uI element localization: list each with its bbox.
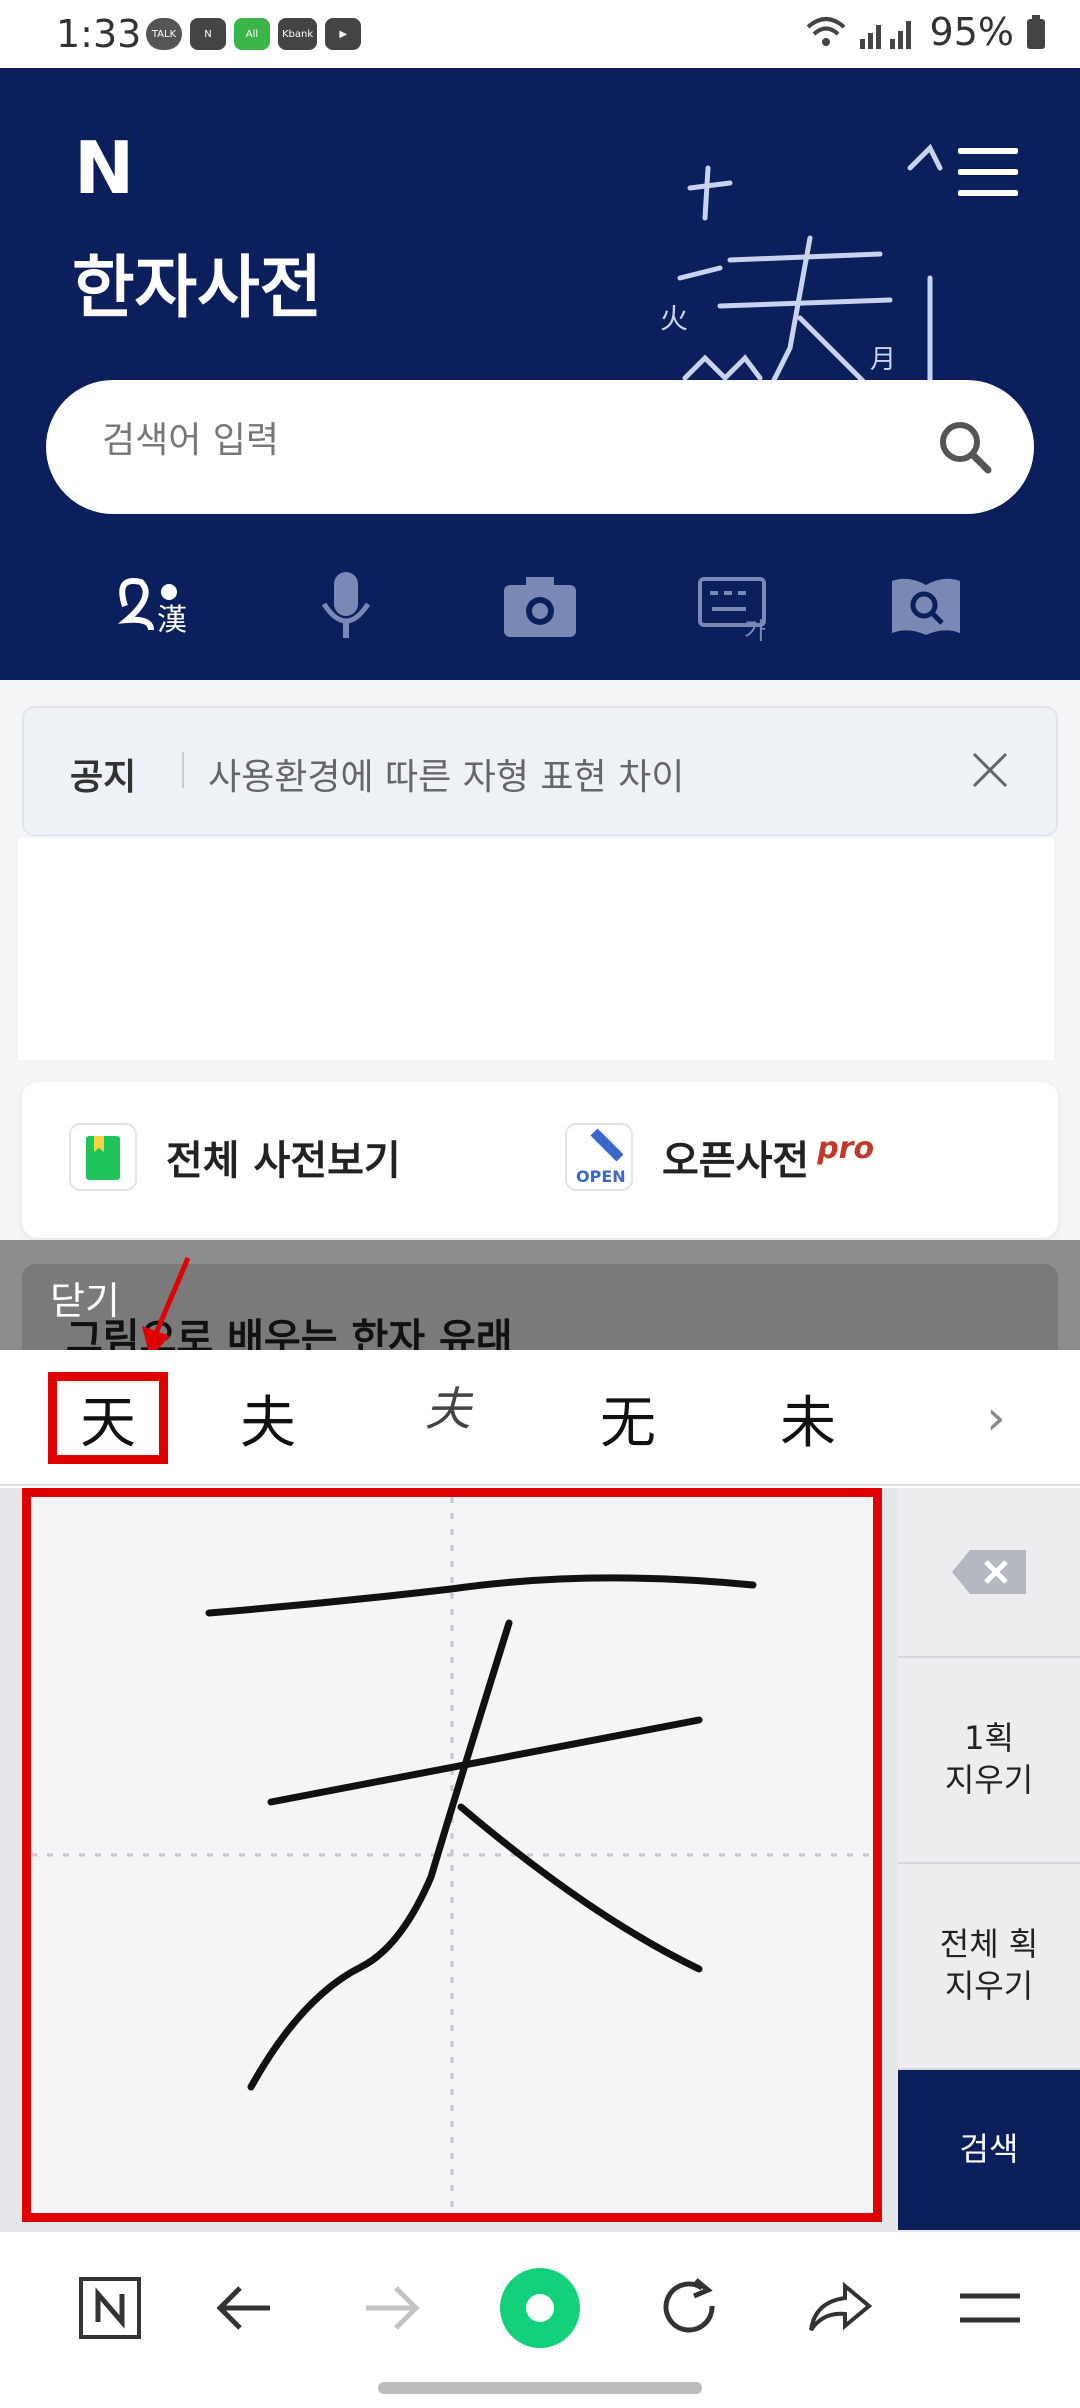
- dictionary-book-icon: [69, 1123, 137, 1191]
- backspace-button[interactable]: [898, 1488, 1080, 1658]
- open-dictionary-label: 오픈사전 pro: [662, 1128, 874, 1186]
- naver-logo[interactable]: N: [74, 126, 134, 210]
- content-placeholder: [18, 838, 1054, 1060]
- page-title[interactable]: 한자사전: [72, 232, 322, 331]
- candidate-item[interactable]: 无: [568, 1372, 688, 1464]
- svg-text:月: 月: [870, 345, 896, 375]
- undo-stroke-button[interactable]: 1획 지우기: [898, 1658, 1080, 1864]
- search-button[interactable]: 검색: [898, 2070, 1080, 2230]
- naver-app-icon: N: [190, 18, 226, 50]
- wifi-icon: [806, 17, 845, 46]
- green-dot-home-icon[interactable]: [492, 2260, 588, 2356]
- menu-icon[interactable]: [958, 148, 1018, 196]
- share-icon[interactable]: [792, 2260, 888, 2356]
- backspace-icon: [952, 1550, 1026, 1594]
- status-right: 95%: [806, 10, 1046, 54]
- candidate-item[interactable]: 未: [748, 1372, 868, 1464]
- candidate-item[interactable]: 天: [48, 1372, 168, 1464]
- candidate-item[interactable]: 夫: [388, 1360, 508, 1452]
- battery-icon: [1027, 15, 1045, 49]
- svg-text:火: 火: [660, 302, 688, 335]
- svg-text:漢: 漢: [157, 603, 187, 638]
- open-icon-text: OPEN: [576, 1167, 626, 1186]
- notice-banner[interactable]: 공지 사용환경에 따른 자형 표현 차이: [22, 706, 1058, 836]
- handwriting-hanja-icon[interactable]: 漢: [106, 556, 206, 656]
- clear-strokes-button[interactable]: 전체 획 지우기: [898, 1864, 1080, 2070]
- open-dictionary-icon: OPEN: [565, 1123, 633, 1191]
- camera-icon[interactable]: [490, 556, 590, 656]
- status-bar: 1:33 TALK N All Kbank ▶ 95%: [0, 0, 1080, 68]
- home-indicator[interactable]: [378, 2382, 702, 2394]
- handwriting-pad[interactable]: [22, 1488, 882, 2222]
- refresh-icon[interactable]: [642, 2260, 738, 2356]
- naver-home-icon[interactable]: [62, 2260, 158, 2356]
- battery-percent: 95%: [929, 10, 1014, 54]
- search-tools: 漢 가: [0, 556, 1080, 656]
- candidate-item[interactable]: 夫: [208, 1372, 328, 1464]
- search-input[interactable]: [102, 420, 882, 461]
- dictionary-header: N 한자사전 月 火 漢 가: [0, 68, 1080, 680]
- youtube-app-icon: ▶: [325, 18, 362, 50]
- forward-arrow-icon[interactable]: [344, 2260, 440, 2356]
- close-button[interactable]: 닫기: [50, 1270, 120, 1325]
- book-search-icon[interactable]: [876, 556, 976, 656]
- dictionary-links: 전체 사전보기 OPEN 오픈사전 pro: [22, 1082, 1058, 1238]
- open-dictionary-link[interactable]: OPEN 오픈사전 pro: [564, 1122, 874, 1192]
- open-dictionary-text: 오픈사전: [662, 1138, 810, 1184]
- candidates-next-icon[interactable]: ›: [966, 1386, 1026, 1450]
- browser-bottom-bar: [0, 2230, 1080, 2408]
- signal-icon: [859, 21, 911, 49]
- handwriting-controls: 1획 지우기 전체 획 지우기 검색: [898, 1488, 1080, 2230]
- svg-text:가: 가: [744, 617, 766, 641]
- notice-text[interactable]: 사용환경에 따른 자형 표현 차이: [208, 748, 684, 800]
- handwriting-strokes: [31, 1497, 873, 2213]
- keyboard-input-icon[interactable]: 가: [684, 556, 784, 656]
- back-arrow-icon[interactable]: [196, 2260, 292, 2356]
- all-app-icon: All: [234, 18, 270, 50]
- all-dictionaries-label: 전체 사전보기: [166, 1138, 401, 1184]
- candidate-row: 天 夫 夫 无 未 ›: [0, 1350, 1080, 1486]
- microphone-icon[interactable]: [296, 556, 396, 656]
- status-app-icons: TALK N All Kbank ▶: [146, 18, 362, 50]
- kbank-app-icon: Kbank: [278, 18, 318, 50]
- talk-app-icon: TALK: [146, 18, 182, 50]
- pro-badge: pro: [817, 1131, 875, 1166]
- notice-divider: [182, 752, 184, 788]
- annotation-arrow-icon: [142, 1257, 191, 1358]
- close-icon[interactable]: [970, 750, 1010, 790]
- search-icon[interactable]: [936, 418, 994, 476]
- notice-tag: 공지: [70, 757, 137, 798]
- all-dictionaries-link[interactable]: 전체 사전보기: [68, 1122, 401, 1192]
- status-time: 1:33: [56, 12, 142, 56]
- menu-lines-icon[interactable]: [942, 2260, 1038, 2356]
- search-bar: [46, 380, 1034, 514]
